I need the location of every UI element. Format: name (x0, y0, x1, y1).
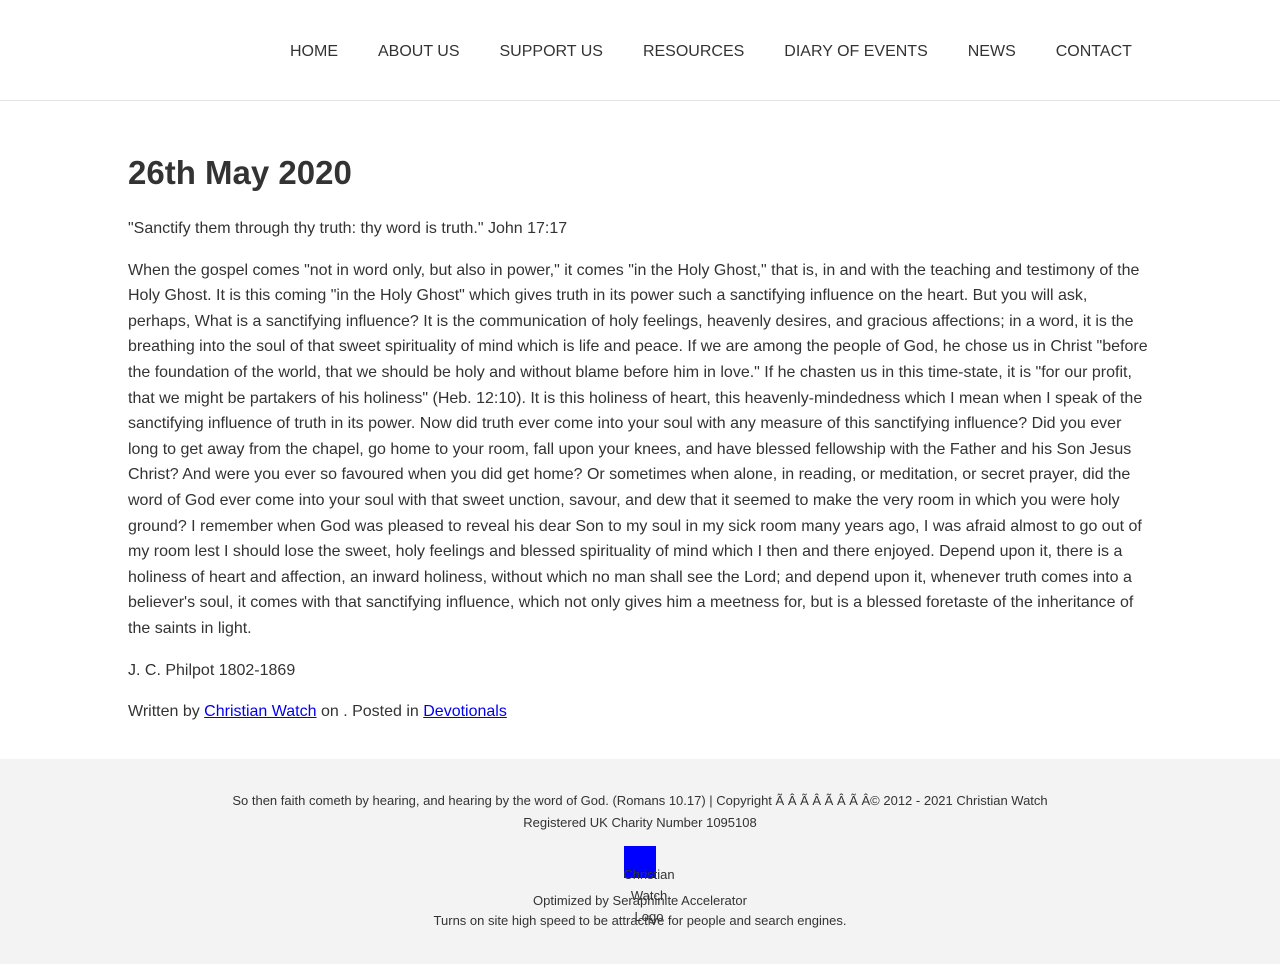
nav-item-news: NEWS (948, 42, 1036, 62)
nav-link-resources[interactable]: RESOURCES (623, 42, 764, 62)
nav-item-contact: CONTACT (1036, 42, 1152, 62)
byline-author-link[interactable]: Christian Watch (204, 703, 316, 720)
post-body: When the gospel comes "not in word only,… (128, 261, 1148, 637)
nav-link-contact[interactable]: CONTACT (1036, 42, 1152, 62)
nav-link-diary-of-events[interactable]: DIARY OF EVENTS (764, 42, 947, 62)
nav-link-news[interactable]: NEWS (948, 42, 1036, 62)
byline-category-link[interactable]: Devotionals (423, 703, 507, 720)
site-footer: So then faith cometh by hearing, and hea… (0, 759, 1280, 964)
nav-item-about-us: ABOUT US (358, 42, 480, 62)
site-header: HOME ABOUT US SUPPORT US RESOURCES DIARY… (0, 0, 1280, 101)
nav-link-support-us[interactable]: SUPPORT US (480, 42, 623, 62)
nav-item-support-us: SUPPORT US (480, 42, 623, 62)
post-article: 26th May 2020 "Sanctify them through thy… (128, 101, 1152, 725)
nav-link-home[interactable]: HOME (270, 42, 358, 62)
post-byline: Written by Christian Watch on . Posted i… (128, 699, 1152, 725)
nav-link-about-us[interactable]: ABOUT US (358, 42, 480, 62)
post-author-attribution: J. C. Philpot 1802-1869 (128, 661, 296, 679)
byline-prefix: Written by (128, 703, 205, 721)
post-verse: "Sanctify them through thy truth: thy wo… (128, 220, 568, 237)
footer-tagline: Turns on site high speed to be attractiv… (433, 913, 847, 928)
footer-charity-number: Registered UK Charity Number 1095108 (523, 815, 757, 830)
post-title: 26th May 2020 (128, 154, 352, 191)
main-nav: HOME ABOUT US SUPPORT US RESOURCES DIARY… (270, 42, 1152, 62)
nav-item-diary-of-events: DIARY OF EVENTS (764, 42, 947, 62)
footer-copyright: So then faith cometh by hearing, and hea… (232, 793, 1048, 808)
nav-item-resources: RESOURCES (623, 42, 764, 62)
nav-item-home: HOME (270, 42, 358, 62)
footer-optimized-by: Optimized by Seraphinite Accelerator (533, 893, 747, 908)
byline-middle: on . Posted in (316, 703, 424, 721)
